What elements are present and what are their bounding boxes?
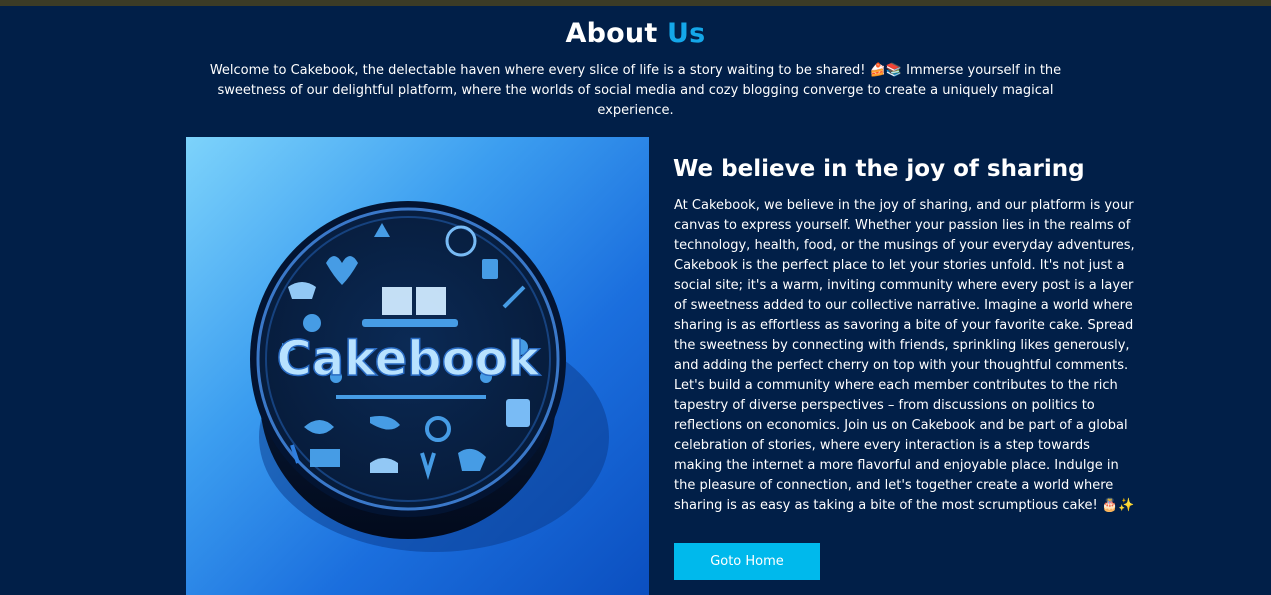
top-border — [0, 0, 1271, 6]
logo-wordmark: Cakebook — [276, 331, 540, 387]
intro-text: Welcome to Cakebook, the delectable have… — [209, 63, 1062, 118]
title-accent: Us — [667, 18, 706, 49]
goto-home-button[interactable]: Goto Home — [674, 543, 820, 580]
section-heading: We believe in the joy of sharing — [673, 156, 1085, 182]
cakebook-hero-image: Cakebook — [186, 137, 649, 595]
page-title: About Us — [0, 18, 1271, 49]
section-body: At Cakebook, we believe in the joy of sh… — [674, 198, 1135, 513]
cakebook-logo-illustration: Cakebook — [250, 201, 609, 552]
title-main: About — [565, 18, 658, 49]
